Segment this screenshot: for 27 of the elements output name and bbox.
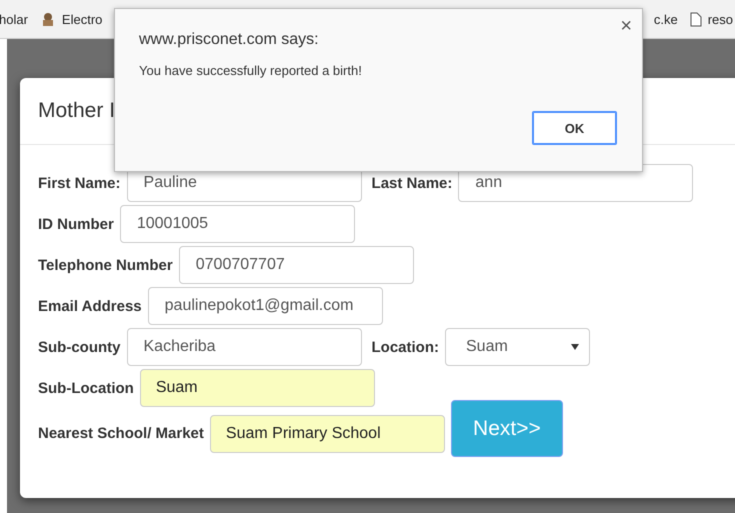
bookmark[interactable]: Electro (40, 11, 102, 27)
alert-message: You have successfully reported a birth! (139, 63, 363, 78)
field-label: Email Address (38, 298, 142, 314)
field-label: Last Name: (372, 174, 452, 192)
bookmark[interactable]: holar (0, 12, 28, 26)
field-label: Location: (372, 338, 439, 356)
bookmark[interactable]: reso (690, 12, 733, 26)
input-field[interactable]: Suam Primary School (210, 414, 445, 452)
bookmark[interactable]: c.ke (654, 12, 678, 26)
input-field[interactable]: Kacheriba (126, 328, 362, 366)
field-label: First Name: (38, 174, 121, 192)
field-label: Sub-county (38, 338, 120, 356)
page-icon (690, 12, 702, 26)
field-label: Nearest School/ Market (38, 425, 204, 442)
field-label: Telephone Number (38, 256, 173, 274)
input-field[interactable]: Suam (140, 369, 375, 407)
close-button[interactable]: × (618, 15, 634, 38)
caret-icon (571, 344, 579, 350)
alert-title: www.prisconet.com says: (139, 31, 320, 49)
ok-button[interactable]: OK (532, 111, 617, 145)
select-field[interactable]: Suam (445, 328, 590, 366)
modal-title: Mother I (38, 99, 116, 123)
field-label: ID Number (38, 216, 114, 232)
input-field[interactable]: paulinepokot1@gmail.com (148, 287, 383, 325)
field-label: Sub-Location (38, 380, 134, 396)
input-field[interactable]: 0700707707 (178, 246, 414, 284)
input-field[interactable]: 10001005 (120, 205, 355, 243)
